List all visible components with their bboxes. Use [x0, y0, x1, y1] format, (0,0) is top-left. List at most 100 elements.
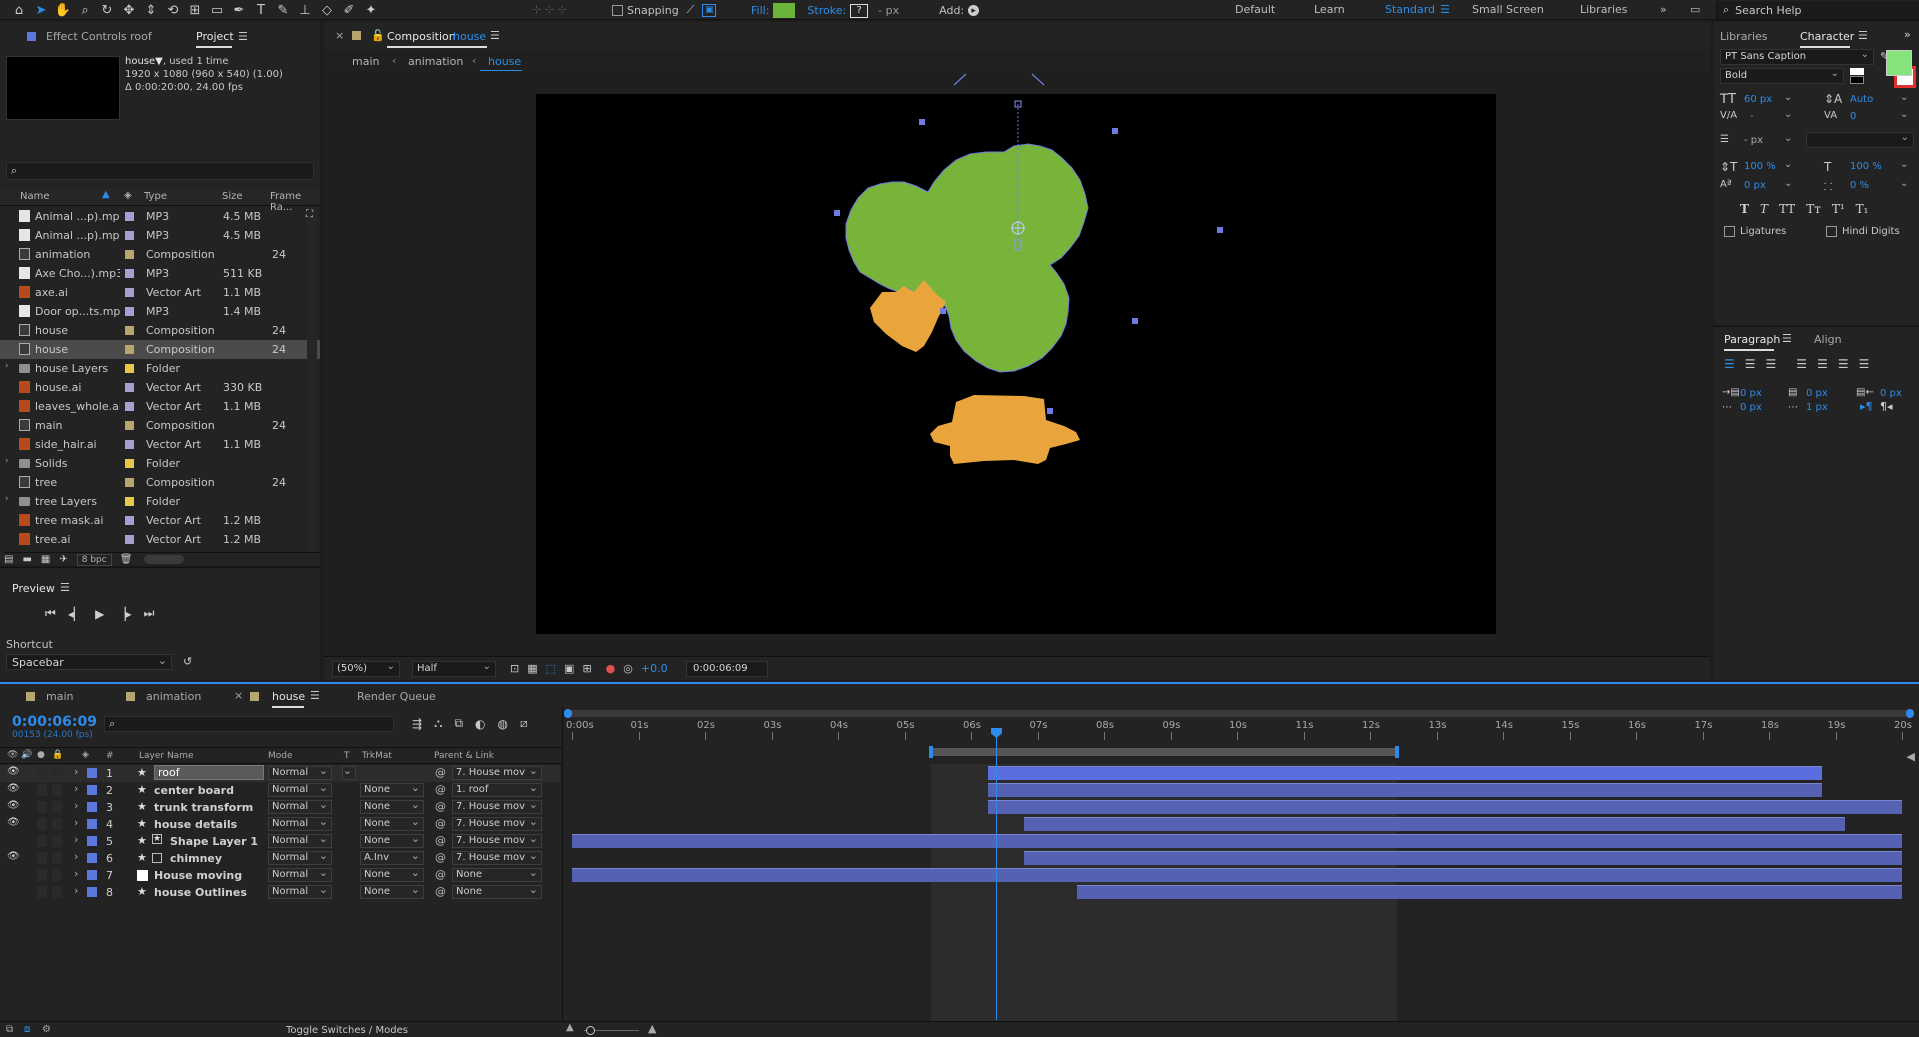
expand-arrow-icon[interactable]: › [74, 867, 78, 880]
expand-arrow-icon[interactable]: › [5, 456, 9, 466]
blend-mode-dropdown[interactable]: Normal [268, 883, 332, 899]
exposure-value[interactable]: +0.0 [641, 662, 668, 675]
workspace-standard[interactable]: Standard [1385, 3, 1435, 16]
layer-row[interactable]: 👁 › 2 ★ center board Normal None @1. roof [0, 781, 560, 799]
project-item[interactable]: leaves_whole.ai Vector Art 1.1 MB [0, 397, 320, 416]
flowchart-icon[interactable]: ⛶ [306, 209, 313, 220]
col-trkmat[interactable]: TrkMat [362, 751, 392, 761]
project-item[interactable]: main Composition 24 [0, 416, 320, 435]
panel-overflow-icon[interactable]: » [1904, 28, 1911, 41]
solo-toggle[interactable] [37, 852, 47, 864]
workspace-libraries[interactable]: Libraries [1580, 3, 1628, 16]
tab-libraries[interactable]: Libraries [1720, 30, 1768, 43]
label-color[interactable] [125, 326, 134, 335]
solo-toggle[interactable] [37, 767, 47, 779]
puppet-pin-tool-icon[interactable]: ✦ [360, 1, 382, 19]
current-time-display[interactable]: 0:00:06:09 [12, 714, 97, 730]
col-type[interactable]: Type [144, 191, 167, 202]
col-parent[interactable]: Parent & Link [434, 751, 494, 761]
region-of-interest-icon[interactable]: ▣ [564, 662, 574, 675]
layer-duration-bar[interactable] [987, 766, 1823, 780]
parent-dropdown[interactable]: 7. House mov [452, 764, 542, 780]
breadcrumb-animation[interactable]: animation [408, 55, 463, 68]
expand-arrow-icon[interactable]: › [74, 816, 78, 829]
layer-name[interactable]: trunk transform [154, 801, 253, 814]
next-frame-icon[interactable]: ▕▸ [116, 607, 131, 621]
small-caps-icon[interactable]: Tт [1806, 202, 1821, 216]
layer-label-color[interactable] [87, 768, 97, 778]
rtl-direction-icon[interactable]: ¶◂ [1880, 400, 1893, 413]
bounding-handle[interactable] [940, 308, 946, 314]
layer-label-color[interactable] [87, 853, 97, 863]
horizontal-scale-value[interactable]: 100 % [1850, 161, 1882, 172]
clone-stamp-tool-icon[interactable]: ⊥ [294, 1, 316, 19]
layer-duration-bar[interactable] [987, 783, 1823, 797]
shortcut-dropdown[interactable]: Spacebar ⌄ [6, 654, 172, 670]
parent-dropdown[interactable]: None [452, 866, 542, 882]
work-area-bar[interactable] [929, 746, 1399, 758]
expand-arrow-icon[interactable]: › [74, 782, 78, 795]
project-menu-icon[interactable]: ☰ [238, 30, 248, 43]
frame-blending-icon[interactable]: ◐ [475, 717, 485, 731]
zoom-dropdown[interactable]: (50%) ⌄ [332, 661, 400, 677]
lock-toggle[interactable] [52, 767, 62, 779]
comp-menu-icon[interactable]: ☰ [490, 29, 500, 42]
blend-mode-dropdown[interactable]: Normal [268, 764, 332, 780]
reset-shortcut-icon[interactable]: ↺ [183, 655, 192, 668]
tab-project[interactable]: Project [196, 30, 234, 43]
blend-mode-dropdown[interactable]: Normal [268, 781, 332, 797]
bounding-handle[interactable] [834, 210, 840, 216]
hindi-digits-checkbox[interactable] [1826, 226, 1837, 237]
project-item[interactable]: side_hair.ai Vector Art 1.1 MB [0, 435, 320, 454]
label-color[interactable] [125, 516, 134, 525]
layer-name[interactable]: House moving [154, 869, 242, 882]
label-color[interactable] [125, 250, 134, 259]
rotate-tool-icon[interactable]: ↻ [96, 1, 118, 19]
zoom-slider-thumb[interactable] [586, 1026, 595, 1035]
black-swatch[interactable] [1850, 76, 1864, 84]
layer-name[interactable]: Shape Layer 1 [170, 835, 258, 848]
axis-tool-icon[interactable]: ⇕ [140, 1, 162, 19]
project-item[interactable]: Animal ...p).mp3 MP3 4.5 MB [0, 226, 320, 245]
brush-tool-icon[interactable]: ✎ [272, 1, 294, 19]
layer-name[interactable]: chimney [170, 852, 222, 865]
rectangle-tool-icon[interactable]: ▭ [206, 1, 228, 19]
project-item[interactable]: Door op...ts.mp3 MP3 1.4 MB [0, 302, 320, 321]
pick-whip-icon[interactable]: @ [435, 851, 446, 864]
adjust-project-settings-icon[interactable]: ✈ [59, 554, 67, 565]
baseline-shift-value[interactable]: 0 px [1744, 180, 1766, 191]
snapping-checkbox[interactable] [612, 4, 623, 16]
pick-whip-icon[interactable]: @ [435, 868, 446, 881]
channel-icon[interactable]: ● [606, 662, 616, 675]
font-style-dropdown[interactable]: Bold ⌄ [1720, 68, 1844, 84]
home-icon[interactable]: ⌂ [8, 1, 30, 19]
transfer-controls-icon[interactable]: ⧈ [24, 1024, 30, 1035]
indent-left-value[interactable]: 0 px [1740, 388, 1762, 399]
blend-mode-dropdown[interactable]: Normal [268, 815, 332, 831]
pick-whip-icon[interactable]: @ [435, 783, 446, 796]
workspace-default[interactable]: Default [1235, 3, 1275, 16]
character-menu-icon[interactable]: ☰ [1858, 29, 1868, 42]
expand-arrow-icon[interactable]: › [74, 799, 78, 812]
layer-label-color[interactable] [87, 870, 97, 880]
project-item[interactable]: tree mask.ai Vector Art 1.2 MB [0, 511, 320, 530]
label-color[interactable] [125, 535, 134, 544]
visibility-eye-icon[interactable]: 👁 [7, 817, 20, 828]
orbit-tool-icon[interactable]: ✥ [118, 1, 140, 19]
tab-main[interactable]: main [46, 690, 73, 703]
add-shape-icon[interactable]: ▸ [968, 5, 980, 16]
workspace-menu-icon[interactable]: ☰ [1440, 3, 1450, 16]
faux-italic-icon[interactable]: T [1760, 202, 1768, 216]
layer-name[interactable]: house details [154, 818, 237, 831]
audio-switch-icon[interactable]: 🔊 [21, 750, 32, 760]
font-size-value[interactable]: 60 px [1744, 94, 1772, 105]
label-color[interactable] [125, 231, 134, 240]
align-center-icon[interactable]: ☰ [1745, 357, 1756, 371]
track-matte-dropdown[interactable]: None [360, 832, 424, 848]
pick-whip-icon[interactable]: @ [435, 800, 446, 813]
col-name[interactable]: Name [20, 191, 50, 202]
selection-tool-icon[interactable]: ➤ [30, 1, 52, 19]
subscript-icon[interactable]: T₁ [1856, 202, 1869, 216]
breadcrumb-house[interactable]: house [488, 55, 521, 68]
solo-toggle[interactable] [37, 801, 47, 813]
